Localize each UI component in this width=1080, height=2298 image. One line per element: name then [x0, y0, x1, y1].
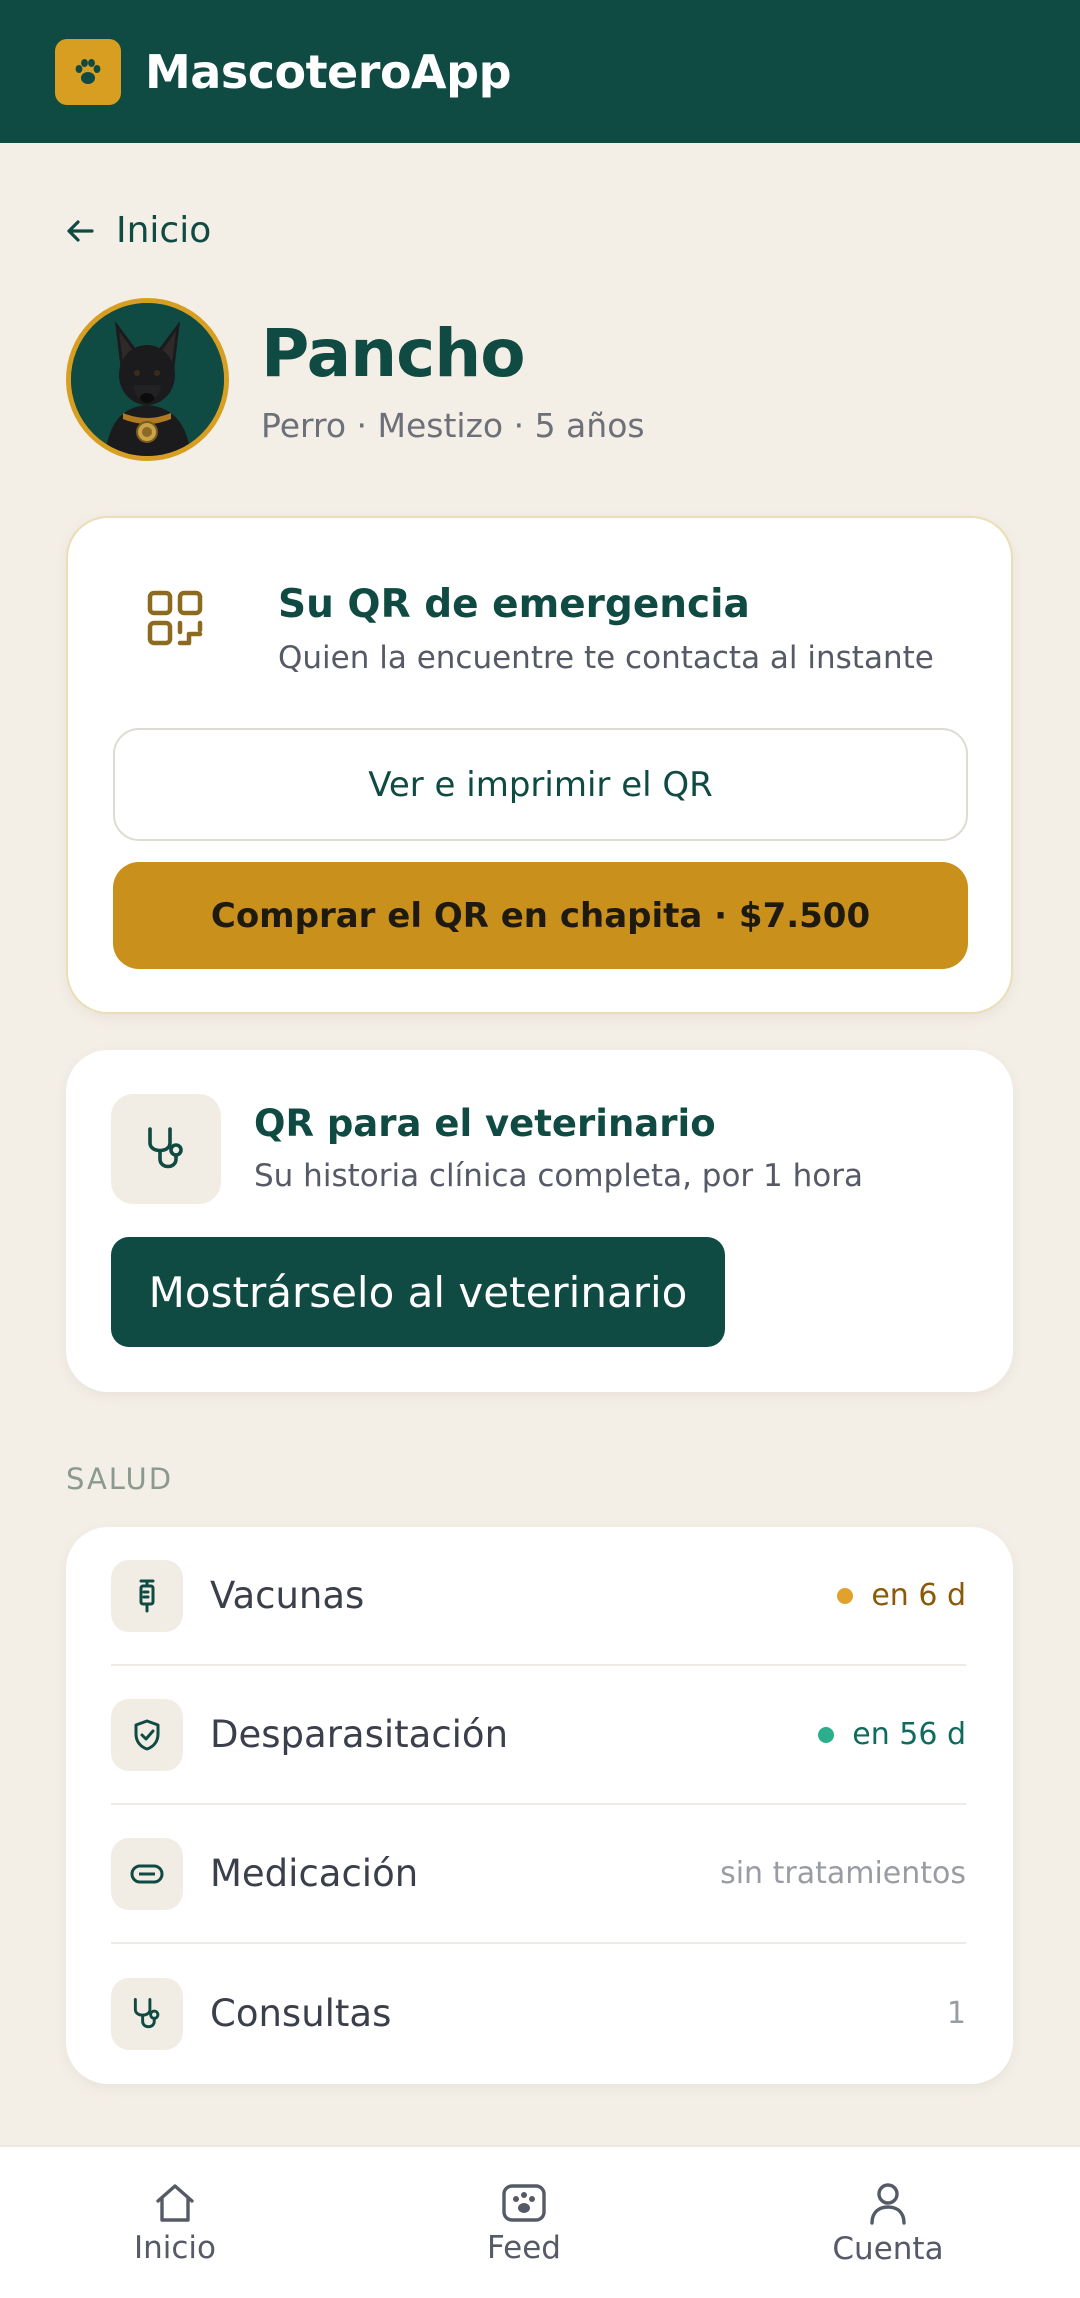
health-row-label: Desparasitación [210, 1713, 509, 1756]
pet-details: Perro · Mestizo · 5 años [261, 405, 645, 445]
health-row-label: Consultas [210, 1992, 392, 2035]
health-card: Vacunas en 6 d Desparasitación en 56 d M… [66, 1527, 1013, 2084]
nav-item-inicio[interactable]: Inicio [100, 2147, 250, 2298]
nav-item-feed[interactable]: Feed [449, 2147, 599, 2298]
nav-label: Feed [487, 2229, 561, 2266]
shield-icon-tile [111, 1698, 183, 1771]
health-row-vacunas[interactable]: Vacunas en 6 d [111, 1527, 966, 1666]
user-icon [870, 2182, 906, 2225]
dog-photo [71, 303, 224, 456]
vet-qr-icon-tile [111, 1094, 221, 1204]
health-row-label: Medicación [210, 1852, 419, 1895]
vet-qr-subtitle: Su historia clínica completa, por 1 hora [254, 1158, 863, 1194]
status-count: 1 [946, 1996, 966, 2031]
arrow-left-icon [67, 219, 94, 242]
qr-code-icon [147, 590, 203, 650]
view-print-qr-button[interactable]: Ver e imprimir el QR [113, 728, 968, 841]
pet-avatar[interactable] [66, 298, 229, 461]
health-row-medicacion[interactable]: Medicación sin tratamientos [111, 1805, 966, 1944]
app-title: MascoteroApp [145, 44, 512, 99]
status-text: en 56 d [852, 1717, 966, 1752]
stethoscope-icon [148, 1127, 183, 1169]
status-badge: en 6 d [837, 1578, 966, 1613]
app-logo [55, 38, 121, 105]
health-section-label: SALUD [66, 1462, 174, 1496]
syringe-icon-tile [111, 1559, 183, 1632]
buy-qr-tag-button[interactable]: Comprar el QR en chapita · $7.500 [113, 862, 968, 969]
app-bar: MascoteroApp [0, 0, 1080, 143]
vet-qr-card: QR para el veterinario Su historia clíni… [66, 1050, 1013, 1392]
status-dot [818, 1726, 835, 1743]
stethoscope-icon [133, 1997, 160, 2028]
pet-name: Pancho [261, 314, 526, 392]
syringe-icon [139, 1579, 155, 1612]
status-badge: en 56 d [818, 1717, 966, 1752]
health-row-consultas[interactable]: Consultas 1 [111, 1944, 966, 2083]
stethoscope-icon-tile [111, 1977, 183, 2050]
pill-icon-tile [111, 1837, 183, 1910]
pet-profile-header: Pancho Perro · Mestizo · 5 años [66, 298, 645, 461]
status-dot [837, 1587, 854, 1604]
shield-check-icon [134, 1719, 160, 1750]
status-text: en 6 d [871, 1578, 966, 1613]
status-text: sin tratamientos [720, 1856, 966, 1891]
emergency-qr-title: Su QR de emergencia [278, 582, 750, 627]
emergency-qr-card: Su QR de emergencia Quien la encuentre t… [66, 516, 1013, 1014]
back-link-label: Inicio [116, 210, 212, 251]
home-icon [156, 2183, 194, 2222]
nav-item-cuenta[interactable]: Cuenta [813, 2147, 963, 2298]
pill-icon [130, 1864, 164, 1883]
emergency-qr-subtitle: Quien la encuentre te contacta al instan… [278, 640, 934, 676]
nav-label: Cuenta [832, 2230, 944, 2267]
vet-qr-title: QR para el veterinario [254, 1102, 716, 1145]
health-row-label: Vacunas [210, 1574, 365, 1617]
bottom-nav: Inicio Feed Cuenta [0, 2145, 1080, 2298]
health-row-desparasitacion[interactable]: Desparasitación en 56 d [111, 1666, 966, 1805]
show-to-vet-button[interactable]: Mostrárselo al veterinario [111, 1237, 725, 1347]
paw-feed-icon [502, 2183, 546, 2222]
paw-icon [75, 58, 101, 84]
nav-label: Inicio [133, 2229, 217, 2266]
back-link[interactable]: Inicio [66, 210, 211, 251]
